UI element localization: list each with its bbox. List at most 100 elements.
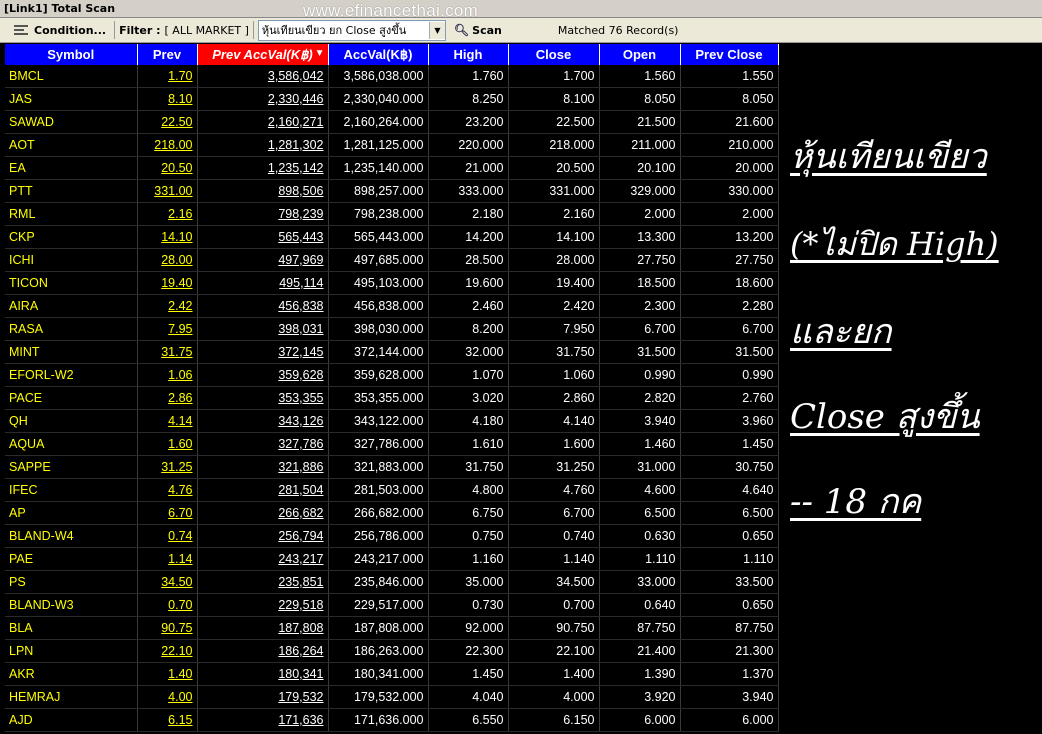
- cell-prev[interactable]: 31.25: [137, 455, 198, 479]
- cell-prev[interactable]: 1.06: [137, 363, 198, 387]
- cell-prev[interactable]: 90.75: [137, 616, 198, 640]
- table-row[interactable]: BLAND-W4 0.74 256,794 256,786.000 0.750 0.740…: [5, 524, 779, 548]
- cell-prev-accval[interactable]: 3,586,042: [197, 65, 329, 88]
- table-row[interactable]: AQUA 1.60 327,786 327,786.000 1.610 1.600 1.46…: [5, 432, 779, 456]
- column-header-high[interactable]: High: [428, 44, 509, 65]
- cell-prev[interactable]: 4.76: [137, 478, 198, 502]
- cell-prev[interactable]: 1.40: [137, 662, 198, 686]
- cell-prev[interactable]: 20.50: [137, 156, 198, 180]
- cell-prev-accval[interactable]: 565,443: [197, 225, 329, 249]
- column-header-prev-close[interactable]: Prev Close: [680, 44, 779, 65]
- table-row[interactable]: RASA 7.95 398,031 398,030.000 8.200 7.950 6.70…: [5, 317, 779, 341]
- cell-prev-accval[interactable]: 456,838: [197, 294, 329, 318]
- table-row[interactable]: JAS 8.10 2,330,446 2,330,040.000 8.250 8.100 8…: [5, 87, 779, 111]
- table-row[interactable]: PTT 331.00 898,506 898,257.000 333.000 331.00…: [5, 179, 779, 203]
- cell-prev-accval[interactable]: 1,235,142: [197, 156, 329, 180]
- cell-prev-accval[interactable]: 321,886: [197, 455, 329, 479]
- cell-prev[interactable]: 4.14: [137, 409, 198, 433]
- filter-value[interactable]: [ ALL MARKET ]: [165, 24, 249, 37]
- table-row[interactable]: SAPPE 31.25 321,886 321,883.000 31.750 31.250…: [5, 455, 779, 479]
- cell-prev-accval[interactable]: 353,355: [197, 386, 329, 410]
- cell-prev[interactable]: 0.74: [137, 524, 198, 548]
- cell-prev-accval[interactable]: 898,506: [197, 179, 329, 203]
- column-header-open[interactable]: Open: [599, 44, 681, 65]
- table-row[interactable]: QH 4.14 343,126 343,122.000 4.180 4.140 3.940 3…: [5, 409, 779, 433]
- cell-prev-accval[interactable]: 2,160,271: [197, 110, 329, 134]
- cell-prev-accval[interactable]: 1,281,302: [197, 133, 329, 157]
- cell-prev-accval[interactable]: 398,031: [197, 317, 329, 341]
- cell-prev[interactable]: 1.70: [137, 65, 198, 88]
- cell-prev[interactable]: 34.50: [137, 570, 198, 594]
- cell-prev-accval[interactable]: 2,330,446: [197, 87, 329, 111]
- table-row[interactable]: BLA 90.75 187,808 187,808.000 92.000 90.750 87…: [5, 616, 779, 640]
- cell-prev-accval[interactable]: 243,217: [197, 547, 329, 571]
- cell-prev[interactable]: 4.00: [137, 685, 198, 709]
- condition-button[interactable]: Condition...: [10, 20, 110, 40]
- table-row[interactable]: SAWAD 22.50 2,160,271 2,160,264.000 23.200 22…: [5, 110, 779, 134]
- column-header-symbol[interactable]: Symbol: [5, 44, 138, 65]
- cell-prev[interactable]: 28.00: [137, 248, 198, 272]
- cell-prev[interactable]: 19.40: [137, 271, 198, 295]
- table-row[interactable]: AOT 218.00 1,281,302 1,281,125.000 220.000 21…: [5, 133, 779, 157]
- column-header-close[interactable]: Close: [508, 44, 600, 65]
- table-row[interactable]: AKR 1.40 180,341 180,341.000 1.450 1.400 1.390…: [5, 662, 779, 686]
- cell-prev[interactable]: 7.95: [137, 317, 198, 341]
- cell-prev-accval[interactable]: 180,341: [197, 662, 329, 686]
- cell-prev-accval[interactable]: 256,794: [197, 524, 329, 548]
- table-row[interactable]: TICON 19.40 495,114 495,103.000 19.600 19.400…: [5, 271, 779, 295]
- table-row[interactable]: EA 20.50 1,235,142 1,235,140.000 21.000 20.50…: [5, 156, 779, 180]
- cell-prev[interactable]: 14.10: [137, 225, 198, 249]
- table-row[interactable]: BMCL 1.70 3,586,042 3,586,038.000 1.760 1.700…: [5, 65, 779, 88]
- cell-prev[interactable]: 0.70: [137, 593, 198, 617]
- cell-prev-accval[interactable]: 798,239: [197, 202, 329, 226]
- cell-prev[interactable]: 22.10: [137, 639, 198, 663]
- cell-prev[interactable]: 6.70: [137, 501, 198, 525]
- table-row[interactable]: CKP 14.10 565,443 565,443.000 14.200 14.100 13…: [5, 225, 779, 249]
- cell-prev-accval[interactable]: 327,786: [197, 432, 329, 456]
- cell-prev[interactable]: 1.60: [137, 432, 198, 456]
- table-row[interactable]: ICHI 28.00 497,969 497,685.000 28.500 28.000 2…: [5, 248, 779, 272]
- cell-prev[interactable]: 31.75: [137, 340, 198, 364]
- cell-prev-accval[interactable]: 497,969: [197, 248, 329, 272]
- scan-button[interactable]: 🔍︎ Scan: [454, 23, 502, 37]
- cell-prev-accval[interactable]: 495,114: [197, 271, 329, 295]
- table-row[interactable]: PAE 1.14 243,217 243,217.000 1.160 1.140 1.110…: [5, 547, 779, 571]
- table-row[interactable]: EFORL-W2 1.06 359,628 359,628.000 1.070 1.060…: [5, 363, 779, 387]
- condition-select[interactable]: หุ้นเทียนเขียว ยก Close สูงขึ้น ▼: [257, 19, 446, 41]
- cell-prev[interactable]: 2.16: [137, 202, 198, 226]
- table-row[interactable]: PS 34.50 235,851 235,846.000 35.000 34.500 33.…: [5, 570, 779, 594]
- cell-prev[interactable]: 22.50: [137, 110, 198, 134]
- cell-prev[interactable]: 2.86: [137, 386, 198, 410]
- cell-prev-accval[interactable]: 359,628: [197, 363, 329, 387]
- column-header-accval[interactable]: AccVal(K฿): [328, 44, 429, 65]
- table-row[interactable]: PACE 2.86 353,355 353,355.000 3.020 2.860 2.82…: [5, 386, 779, 410]
- table-row[interactable]: MINT 31.75 372,145 372,144.000 32.000 31.750 3…: [5, 340, 779, 364]
- chevron-down-icon[interactable]: ▼: [428, 21, 445, 39]
- cell-prev-accval[interactable]: 229,518: [197, 593, 329, 617]
- table-row[interactable]: HEMRAJ 4.00 179,532 179,532.000 4.040 4.000 3.…: [5, 685, 779, 709]
- cell-prev-accval[interactable]: 235,851: [197, 570, 329, 594]
- cell-prev-accval[interactable]: 179,532: [197, 685, 329, 709]
- table-row[interactable]: AP 6.70 266,682 266,682.000 6.750 6.700 6.500 6…: [5, 501, 779, 525]
- cell-prev[interactable]: 1.14: [137, 547, 198, 571]
- cell-prev[interactable]: 2.42: [137, 294, 198, 318]
- table-row[interactable]: LPN 22.10 186,264 186,263.000 22.300 22.100 21…: [5, 639, 779, 663]
- table-row[interactable]: AIRA 2.42 456,838 456,838.000 2.460 2.420 2.30…: [5, 294, 779, 318]
- cell-prev[interactable]: 331.00: [137, 179, 198, 203]
- column-header-prev[interactable]: Prev: [137, 44, 198, 65]
- cell-prev-accval[interactable]: 281,504: [197, 478, 329, 502]
- cell-prev-accval[interactable]: 343,126: [197, 409, 329, 433]
- cell-prev-accval[interactable]: 186,264: [197, 639, 329, 663]
- table-row[interactable]: RML 2.16 798,239 798,238.000 2.180 2.160 2.000…: [5, 202, 779, 226]
- cell-prev-accval[interactable]: 372,145: [197, 340, 329, 364]
- table-row[interactable]: IFEC 4.76 281,504 281,503.000 4.800 4.760 4.60…: [5, 478, 779, 502]
- table-row[interactable]: BLAND-W3 0.70 229,518 229,517.000 0.730 0.700…: [5, 593, 779, 617]
- cell-prev[interactable]: 8.10: [137, 87, 198, 111]
- cell-prev-accval[interactable]: 266,682: [197, 501, 329, 525]
- cell-prev-accval[interactable]: 171,636: [197, 708, 329, 732]
- column-header-prev-accval[interactable]: Prev AccVal(K฿) ▼: [197, 44, 329, 65]
- cell-prev[interactable]: 6.15: [137, 708, 198, 732]
- table-row[interactable]: AJD 6.15 171,636 171,636.000 6.550 6.150 6.000…: [5, 708, 779, 732]
- cell-prev[interactable]: 218.00: [137, 133, 198, 157]
- cell-prev-accval[interactable]: 187,808: [197, 616, 329, 640]
